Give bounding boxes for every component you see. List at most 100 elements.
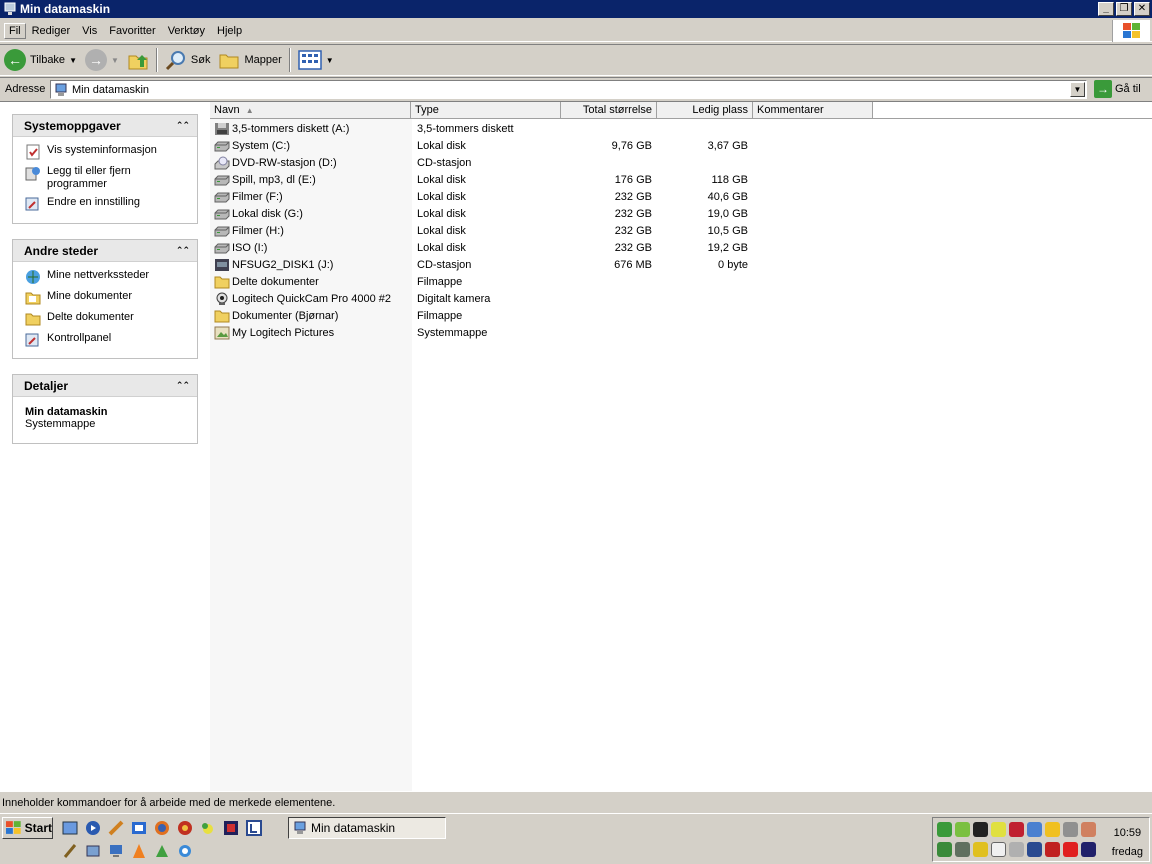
file-row[interactable]: NFSUG2_DISK1 (J:) CD-stasjon 676 MB 0 byte — [210, 256, 970, 273]
menu-edit[interactable]: Rediger — [26, 25, 77, 37]
my-network-places-link[interactable]: Mine nettverkssteder — [25, 269, 191, 285]
restore-button[interactable]: ❐ — [1116, 2, 1132, 16]
close-button[interactable]: ✕ — [1134, 2, 1150, 16]
tray-headset-icon[interactable] — [1045, 822, 1060, 837]
column-free-space[interactable]: Ledig plass — [657, 102, 753, 119]
tray-plant-icon[interactable] — [955, 822, 970, 837]
main-area: Systemoppgaver ⌃⌃ Vis systeminformasjon … — [0, 101, 1152, 791]
file-row[interactable]: Spill, mp3, dl (E:) Lokal disk 176 GB 118 G… — [210, 171, 970, 188]
taskbar-button-my-computer[interactable]: Min datamaskin — [288, 817, 446, 839]
network-tool-icon[interactable] — [84, 842, 101, 859]
title-bar[interactable]: Min datamaskin _ ❐ ✕ — [0, 0, 1152, 18]
tray-monitor-icon[interactable] — [1027, 822, 1042, 837]
tray-logitech-icon[interactable] — [1027, 842, 1042, 857]
winamp-icon[interactable] — [107, 819, 124, 836]
status-text: Inneholder kommandoer for å arbeide med … — [2, 796, 336, 809]
file-row[interactable]: Filmer (H:) Lokal disk 232 GB 10,5 GB — [210, 222, 970, 239]
tray-network-icon[interactable] — [937, 822, 952, 837]
menu-tools[interactable]: Verktøy — [162, 25, 211, 37]
back-button[interactable]: ← Tilbake ▼ — [0, 46, 81, 74]
menu-file[interactable]: Fil — [4, 22, 26, 39]
change-setting-link[interactable]: Endre en innstilling — [25, 196, 191, 212]
file-row[interactable]: ISO (I:) Lokal disk 232 GB 19,2 GB — [210, 239, 970, 256]
search-button[interactable]: Søk — [161, 46, 215, 74]
details-header[interactable]: Detaljer ⌃⌃ — [13, 375, 197, 397]
back-dropdown-icon[interactable]: ▼ — [69, 56, 77, 65]
tray-speaker-icon[interactable] — [1063, 822, 1078, 837]
item-free-space: 118 GB — [711, 173, 749, 186]
collapse-icon[interactable]: ⌃⌃ — [176, 245, 190, 256]
file-row[interactable]: System (C:) Lokal disk 9,76 GB 3,67 GB — [210, 137, 970, 154]
folders-button[interactable]: Mapper — [214, 46, 285, 74]
item-name: Filmer (H:) — [232, 224, 284, 237]
system-info-icon — [25, 144, 41, 160]
messenger-icon[interactable] — [199, 819, 216, 836]
forward-button[interactable]: → ▼ — [81, 46, 123, 74]
search-tool-icon[interactable] — [176, 842, 193, 859]
system-tasks-header[interactable]: Systemoppgaver ⌃⌃ — [13, 115, 197, 137]
column-total-size[interactable]: Total størrelse — [561, 102, 657, 119]
shared-documents-link[interactable]: Delte dokumenter — [25, 311, 191, 327]
collapse-icon[interactable]: ⌃⌃ — [176, 380, 190, 391]
control-panel-link[interactable]: Kontrollpanel — [25, 332, 191, 348]
paint-icon[interactable] — [61, 842, 78, 859]
game-launcher-icon[interactable] — [222, 819, 239, 836]
logitech-icon[interactable] — [245, 819, 262, 836]
show-desktop-icon[interactable] — [61, 819, 78, 836]
tray-power-icon[interactable] — [1063, 842, 1078, 857]
tray-mouse-icon[interactable] — [991, 842, 1006, 857]
item-type: Digitalt kamera — [417, 292, 491, 305]
forward-dropdown-icon[interactable]: ▼ — [111, 56, 119, 65]
folder-icon — [214, 275, 230, 289]
file-row[interactable]: Dokumenter (Bjørnar) Filmappe — [210, 307, 970, 324]
utility-icon[interactable] — [153, 842, 170, 859]
file-row[interactable]: 3,5-tommers diskett (A:) 3,5-tommers disk… — [210, 120, 970, 137]
views-dropdown-icon[interactable]: ▼ — [326, 56, 334, 65]
remote-desktop-icon[interactable] — [107, 842, 124, 859]
tray-webcam-icon[interactable] — [1009, 842, 1024, 857]
media-player-icon[interactable] — [84, 819, 101, 836]
vlc-icon[interactable] — [130, 842, 147, 859]
collapse-icon[interactable]: ⌃⌃ — [176, 120, 190, 131]
hard-disk-icon — [214, 224, 230, 238]
address-dropdown-icon[interactable]: ▼ — [1070, 82, 1085, 97]
file-row[interactable]: My Logitech Pictures Systemmappe — [210, 324, 970, 341]
tray-update-icon[interactable] — [937, 842, 952, 857]
file-row[interactable]: Logitech QuickCam Pro 4000 #2 Digitalt ka… — [210, 290, 970, 307]
up-button[interactable] — [123, 46, 153, 74]
address-input[interactable]: Min datamaskin ▼ — [50, 80, 1087, 99]
tray-ati-icon[interactable] — [1045, 842, 1060, 857]
minimize-button[interactable]: _ — [1098, 2, 1114, 16]
outlook-icon[interactable] — [130, 819, 147, 836]
tray-pen-icon[interactable] — [973, 842, 988, 857]
file-row[interactable]: Delte dokumenter Filmappe — [210, 273, 970, 290]
other-places-header[interactable]: Andre steder ⌃⌃ — [13, 240, 197, 262]
column-comments[interactable]: Kommentarer — [753, 102, 873, 119]
menu-help[interactable]: Hjelp — [211, 25, 248, 37]
add-remove-programs-link[interactable]: Legg til eller fjern programmer — [25, 165, 191, 191]
tray-settings-icon[interactable] — [1081, 822, 1096, 837]
clock[interactable]: 10:59 fredag — [1112, 824, 1143, 862]
column-name[interactable]: Navn ▲ — [210, 102, 411, 119]
views-button[interactable]: ▼ — [294, 46, 338, 74]
item-name: My Logitech Pictures — [232, 326, 335, 339]
tray-media-icon[interactable] — [1081, 842, 1096, 857]
tray-game-icon[interactable] — [1009, 822, 1024, 837]
view-system-info-link[interactable]: Vis systeminformasjon — [25, 144, 191, 160]
file-row[interactable]: Filmer (F:) Lokal disk 232 GB 40,6 GB — [210, 188, 970, 205]
my-documents-link[interactable]: Mine dokumenter — [25, 290, 191, 306]
firefox-icon[interactable] — [153, 819, 170, 836]
tray-messenger-icon[interactable] — [991, 822, 1006, 837]
item-free-space: 3,67 GB — [707, 139, 748, 152]
file-row[interactable]: DVD-RW-stasjon (D:) CD-stasjon — [210, 154, 970, 171]
menu-favorites[interactable]: Favoritter — [103, 25, 161, 37]
file-row[interactable]: Lokal disk (G:) Lokal disk 232 GB 19,0 GB — [210, 205, 970, 222]
item-free-space: 0 byte — [718, 258, 748, 271]
browser-icon[interactable] — [176, 819, 193, 836]
tray-steam-icon[interactable] — [973, 822, 988, 837]
menu-view[interactable]: Vis — [76, 25, 103, 37]
column-type[interactable]: Type — [411, 102, 561, 119]
tray-recycle-icon[interactable] — [955, 842, 970, 857]
start-button[interactable]: Start — [2, 817, 53, 839]
go-button[interactable]: → Gå til — [1094, 80, 1141, 98]
